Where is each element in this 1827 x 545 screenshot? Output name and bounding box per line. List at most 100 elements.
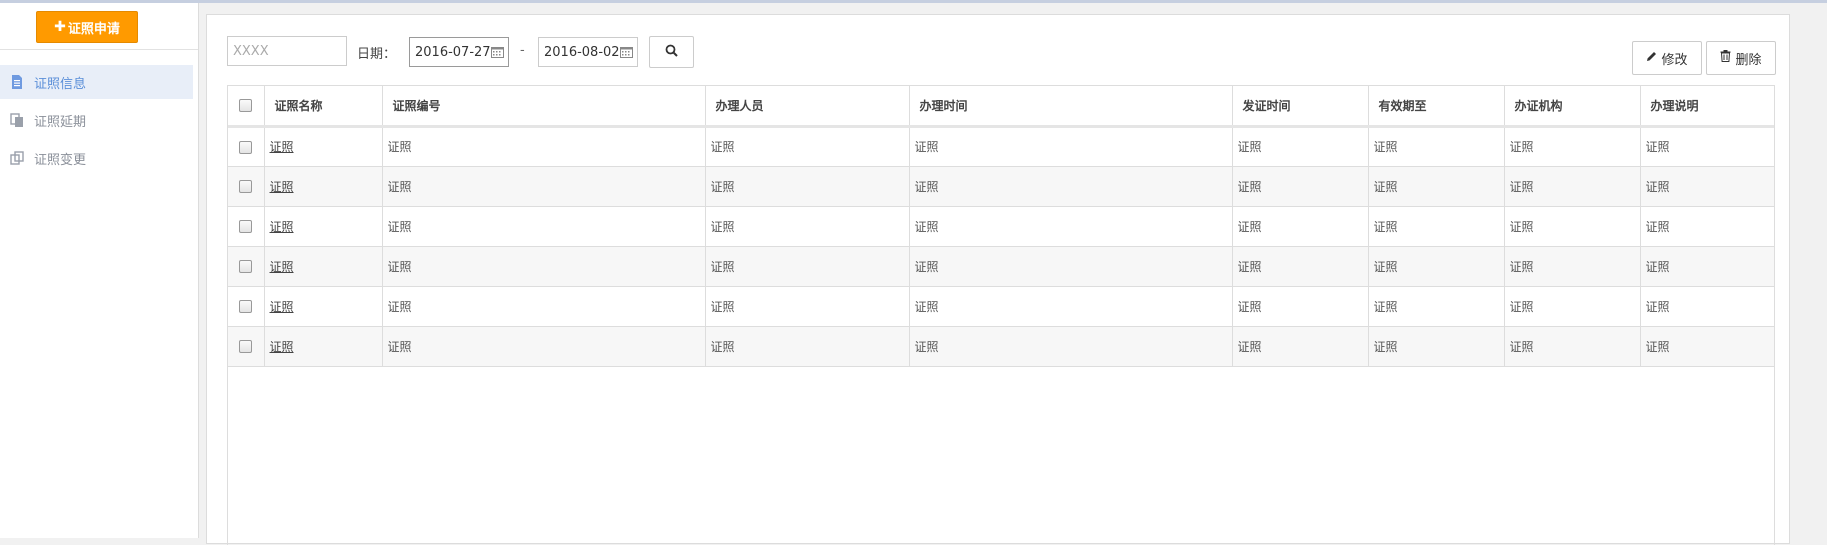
apply-license-button[interactable]: ✚ 证照申请 [36, 11, 138, 43]
table-row[interactable]: 证照 证照 证照 证照 证照 证照 证照 证照 [228, 166, 1774, 207]
row-select-cell [228, 206, 265, 247]
select-all-checkbox[interactable] [239, 99, 253, 113]
table-cell: 证照 [1368, 206, 1505, 247]
cell-text: 证照 [1373, 259, 1398, 274]
cell-text: 证照 [914, 299, 939, 314]
table-cell: 证照 [382, 326, 706, 367]
calendar-icon[interactable] [491, 46, 504, 58]
table-row[interactable]: 证照 证照 证照 证照 证照 证照 证照 证照 [228, 206, 1774, 247]
cell-text: 证照 [387, 339, 412, 354]
delete-button[interactable]: 删除 [1706, 41, 1776, 75]
cell-text: 证照 [387, 179, 412, 194]
license-name-link[interactable]: 证照 [270, 180, 294, 194]
license-name-link[interactable]: 证照 [270, 260, 294, 274]
date-to-field[interactable]: 2016-08-02 [538, 37, 638, 67]
date-to-value: 2016-08-02 [544, 44, 620, 60]
search-placeholder: XXXX [233, 43, 269, 59]
table-cell: 证照 [705, 246, 910, 287]
change-icon [10, 151, 24, 165]
calendar-icon[interactable] [620, 46, 633, 58]
sidebar-item-license-info[interactable]: 证照信息 [0, 65, 193, 99]
table-cell: 证照 [1640, 166, 1774, 207]
column-header[interactable]: 证照名称 [264, 86, 383, 128]
table-cell: 证照 [705, 166, 910, 207]
table-cell: 证照 [382, 286, 706, 327]
license-name-link[interactable]: 证照 [270, 340, 294, 354]
license-name-link[interactable]: 证照 [270, 220, 294, 234]
table-row[interactable]: 证照 证照 证照 证照 证照 证照 证照 证照 [228, 326, 1774, 367]
cell-text: 证照 [1237, 299, 1262, 314]
delete-label: 删除 [1735, 52, 1762, 68]
row-checkbox[interactable] [239, 300, 253, 313]
table-cell: 证照 [382, 166, 706, 207]
cell-text: 证照 [710, 299, 735, 314]
column-header[interactable]: 发证时间 [1232, 86, 1369, 128]
row-checkbox[interactable] [239, 260, 253, 273]
license-name-link[interactable]: 证照 [270, 300, 294, 314]
column-header[interactable]: 办理时间 [909, 86, 1233, 128]
table-cell: 证照 [264, 166, 383, 207]
sidebar-item-license-extension[interactable]: 证照延期 [0, 103, 193, 137]
table-header-row: 证照名称 证照编号 办理人员 办理时间 发证时间 有效期至 办证机构 办理说明 [228, 86, 1774, 128]
cell-text: 证照 [710, 140, 735, 154]
date-label: 日期： [357, 47, 397, 62]
search-input[interactable]: XXXX [227, 36, 347, 66]
table-cell: 证照 [1504, 126, 1641, 167]
table-cell: 证照 [705, 326, 910, 367]
cell-text: 证照 [710, 179, 735, 194]
cell-text: 证照 [1645, 339, 1670, 354]
cell-text: 证照 [1509, 259, 1534, 274]
edit-button[interactable]: 修改 [1632, 41, 1702, 75]
sidebar-item-license-change[interactable]: 证照变更 [0, 141, 193, 175]
date-separator: - [520, 43, 525, 58]
column-header[interactable]: 办理人员 [705, 86, 910, 128]
table-cell: 证照 [1232, 246, 1369, 287]
top-border [0, 0, 1827, 3]
search-icon [665, 44, 678, 60]
sidebar-item-label: 证照变更 [34, 152, 87, 168]
cell-text: 证照 [914, 259, 939, 274]
table-row[interactable]: 证照 证照 证照 证照 证照 证照 证照 证照 [228, 246, 1774, 287]
table-cell: 证照 [1368, 246, 1505, 287]
row-select-cell [228, 326, 265, 367]
cell-text: 证照 [1645, 299, 1670, 314]
table-row[interactable]: 证照 证照 证照 证照 证照 证照 证照 证照 [228, 126, 1774, 167]
table-cell: 证照 [1232, 286, 1369, 327]
row-checkbox[interactable] [239, 140, 253, 154]
row-checkbox[interactable] [239, 220, 253, 233]
table-cell: 证照 [705, 206, 910, 247]
cell-text: 证照 [1509, 339, 1534, 354]
table-cell: 证照 [1232, 126, 1369, 167]
table-cell: 证照 [264, 326, 383, 367]
plus-icon: ✚ [54, 19, 66, 35]
search-button[interactable] [649, 36, 694, 68]
table-cell: 证照 [1368, 326, 1505, 367]
table-cell: 证照 [909, 246, 1233, 287]
cell-text: 证照 [1237, 259, 1262, 274]
cell-text: 证照 [1645, 140, 1670, 154]
table-cell: 证照 [909, 126, 1233, 167]
cell-text: 证照 [1509, 299, 1534, 314]
table-row[interactable]: 证照 证照 证照 证照 证照 证照 证照 证照 [228, 286, 1774, 327]
date-from-field[interactable]: 2016-07-27 [409, 37, 509, 67]
cell-text: 证照 [914, 140, 939, 154]
column-header[interactable]: 有效期至 [1368, 86, 1505, 128]
table-cell: 证照 [909, 166, 1233, 207]
trash-icon [1720, 50, 1731, 66]
column-header[interactable]: 证照编号 [382, 86, 706, 128]
cell-text: 证照 [710, 219, 735, 234]
cell-text: 证照 [1373, 219, 1398, 234]
cell-text: 证照 [710, 259, 735, 274]
select-all-cell [228, 86, 265, 128]
cell-text: 证照 [1373, 299, 1398, 314]
cell-text: 证照 [1509, 140, 1534, 154]
column-header[interactable]: 办理说明 [1640, 86, 1774, 128]
row-checkbox[interactable] [239, 180, 253, 193]
table-cell: 证照 [1504, 166, 1641, 207]
sidebar: ✚ 证照申请 证照信息 证照延期 证照变更 [0, 3, 199, 538]
license-name-link[interactable]: 证照 [270, 140, 294, 154]
main-panel: XXXX 日期： 2016-07-27 - 2016-08-02 修改 删除 证… [206, 14, 1790, 545]
row-checkbox[interactable] [239, 340, 253, 353]
column-header[interactable]: 办证机构 [1504, 86, 1641, 128]
row-select-cell [228, 126, 265, 167]
